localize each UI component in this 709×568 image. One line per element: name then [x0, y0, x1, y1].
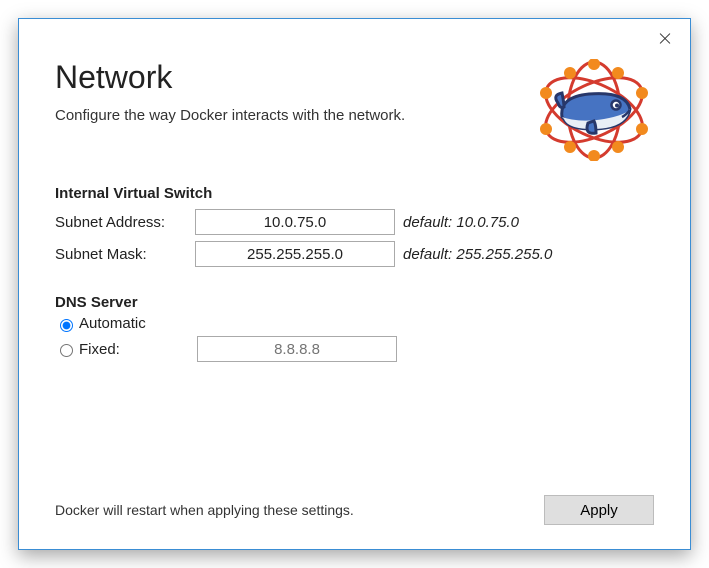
dns-automatic-radio[interactable] [60, 319, 73, 332]
subnet-address-input[interactable] [195, 209, 395, 235]
subnet-address-label: Subnet Address: [55, 206, 195, 238]
page-title: Network [55, 59, 405, 96]
dns-fixed-label[interactable]: Fixed: [79, 341, 135, 358]
apply-button[interactable]: Apply [544, 495, 654, 525]
subnet-mask-input[interactable] [195, 241, 395, 267]
subnet-mask-label: Subnet Mask: [55, 238, 195, 270]
footer-note: Docker will restart when applying these … [55, 502, 354, 518]
close-icon[interactable] [656, 29, 676, 49]
dns-fixed-radio[interactable] [60, 344, 73, 357]
settings-window: Network Configure the way Docker interac… [18, 18, 691, 550]
subnet-address-default: default: 10.0.75.0 [403, 206, 560, 238]
subnet-mask-default: default: 255.255.255.0 [403, 238, 560, 270]
section-heading-switch: Internal Virtual Switch [55, 185, 654, 202]
dns-automatic-label[interactable]: Automatic [79, 315, 146, 332]
docker-network-logo [534, 59, 654, 161]
page-subtitle: Configure the way Docker interacts with … [55, 106, 405, 126]
dns-fixed-input[interactable] [197, 336, 397, 362]
section-heading-dns: DNS Server [55, 294, 654, 311]
